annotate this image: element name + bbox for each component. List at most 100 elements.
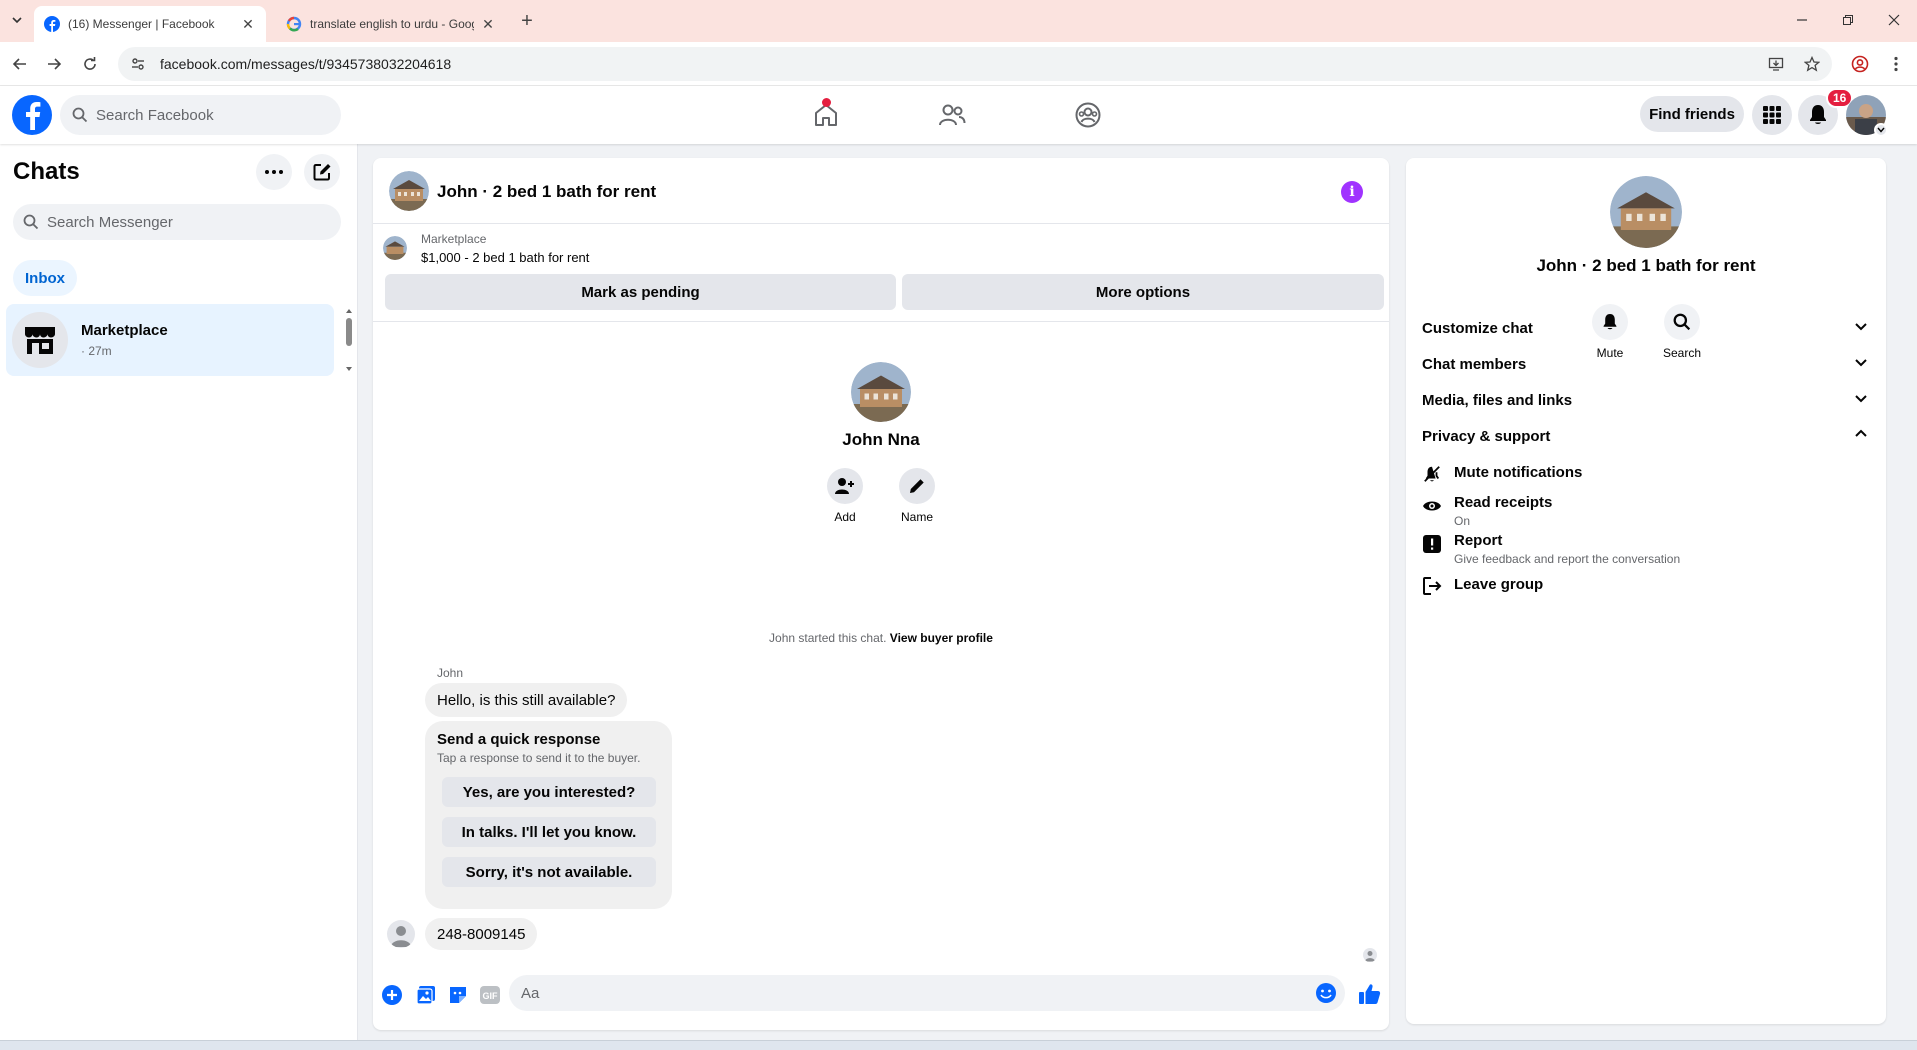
- home-notification-dot: [822, 98, 831, 107]
- plus-circle-icon[interactable]: [381, 984, 403, 1006]
- site-settings-icon[interactable]: [128, 54, 148, 74]
- marketplace-bar: Marketplace $1,000 - 2 bed 1 bath for re…: [373, 224, 1389, 322]
- nav-groups[interactable]: [1038, 94, 1138, 136]
- sticker-icon[interactable]: [447, 984, 469, 1006]
- close-tab-icon[interactable]: ✕: [240, 16, 256, 32]
- install-app-icon[interactable]: [1762, 50, 1790, 78]
- tab-title: translate english to urdu - Goog: [310, 17, 474, 31]
- listing-avatar[interactable]: [389, 171, 429, 211]
- emoji-icon[interactable]: [1315, 982, 1337, 1004]
- account-avatar[interactable]: [1846, 95, 1888, 137]
- quick-response-option[interactable]: Sorry, it's not available.: [442, 857, 656, 887]
- facebook-search[interactable]: [60, 95, 341, 135]
- listing-thumbnail: [383, 236, 407, 260]
- report-item[interactable]: Report Give feedback and report the conv…: [1422, 530, 1862, 566]
- phone-message-bubble[interactable]: 248-8009145: [425, 918, 538, 950]
- message-composer: GIF: [373, 970, 1389, 1020]
- incoming-message-bubble[interactable]: Hello, is this still available?: [425, 683, 628, 717]
- inbox-filter-tab[interactable]: Inbox: [13, 260, 77, 296]
- back-arrow-icon[interactable]: [6, 50, 34, 78]
- quick-response-subtitle: Tap a response to send it to the buyer.: [437, 751, 641, 765]
- conversation-title[interactable]: John · 2 bed 1 bath for rent: [437, 182, 656, 202]
- facebook-logo-icon[interactable]: [12, 95, 52, 135]
- find-friends-button[interactable]: Find friends: [1640, 96, 1744, 132]
- item-label: Report: [1454, 532, 1503, 549]
- view-buyer-profile-link[interactable]: View buyer profile: [890, 631, 993, 645]
- bookmark-star-icon[interactable]: [1798, 50, 1826, 78]
- chat-name: Marketplace: [81, 322, 168, 339]
- google-favicon-icon: [286, 16, 302, 32]
- address-bar[interactable]: facebook.com/messages/t/9345738032204618: [118, 47, 1832, 81]
- tab-translate[interactable]: translate english to urdu - Goog ✕: [276, 6, 506, 42]
- conversation-info-panel: John · 2 bed 1 bath for rent Mute Search…: [1406, 158, 1886, 1024]
- new-tab-button[interactable]: +: [516, 10, 538, 32]
- section-label: Customize chat: [1422, 319, 1533, 337]
- chat-list-scrollbar[interactable]: [344, 304, 354, 376]
- profile-name: John Nna: [842, 430, 920, 449]
- facebook-header: Find friends 16: [0, 86, 1917, 144]
- marketplace-label: Marketplace: [421, 232, 487, 246]
- item-description: Give feedback and report the conversatio…: [1454, 552, 1681, 566]
- more-dots-icon: [265, 170, 283, 174]
- item-status: On: [1454, 514, 1471, 528]
- read-receipts-item[interactable]: Read receipts On: [1422, 492, 1862, 528]
- groups-icon: [1075, 102, 1101, 128]
- menu-grid-button[interactable]: [1752, 95, 1792, 135]
- leave-group-item[interactable]: Leave group: [1422, 574, 1862, 602]
- close-window-icon[interactable]: [1880, 8, 1908, 32]
- mark-as-pending-button[interactable]: Mark as pending: [385, 274, 896, 310]
- browser-menu-icon[interactable]: [1882, 50, 1910, 78]
- marketplace-store-icon: [12, 312, 68, 368]
- profile-avatar[interactable]: [851, 362, 911, 422]
- photo-icon[interactable]: [415, 984, 437, 1006]
- sender-avatar: [387, 920, 415, 948]
- privacy-support-section[interactable]: Privacy & support: [1422, 418, 1876, 454]
- more-options-button[interactable]: More options: [902, 274, 1384, 310]
- conversation-panel: John · 2 bed 1 bath for rent i Marketpla…: [373, 158, 1389, 1030]
- profile-icon[interactable]: [1846, 50, 1874, 78]
- messenger-search-input[interactable]: [47, 213, 257, 231]
- message-input-box[interactable]: [509, 975, 1345, 1011]
- gif-icon[interactable]: GIF: [479, 984, 501, 1006]
- info-panel-name: John · 2 bed 1 bath for rent: [1536, 256, 1756, 275]
- facebook-favicon-icon: [44, 16, 60, 32]
- message-input[interactable]: [521, 984, 1301, 1002]
- thumbs-up-icon[interactable]: [1357, 981, 1383, 1007]
- quick-response-option[interactable]: In talks. I'll let you know.: [442, 817, 656, 847]
- grid-menu-icon: [1762, 105, 1782, 125]
- message-sender-name: John: [437, 666, 464, 680]
- chats-sidebar: Chats Inbox Marketplace · 27m: [0, 144, 358, 1040]
- messenger-search[interactable]: [13, 204, 341, 240]
- reload-icon[interactable]: [76, 50, 104, 78]
- nav-friends[interactable]: [902, 94, 1002, 136]
- mute-notifications-item[interactable]: Mute notifications: [1422, 462, 1862, 490]
- add-people-button[interactable]: Add: [815, 468, 875, 524]
- browser-tab-bar: (16) Messenger | Facebook ✕ translate en…: [0, 0, 1917, 42]
- forward-arrow-icon[interactable]: [40, 50, 68, 78]
- tab-title: (16) Messenger | Facebook: [68, 17, 215, 31]
- pencil-icon: [899, 468, 935, 504]
- minimize-icon[interactable]: [1788, 8, 1816, 32]
- name-chat-button[interactable]: Name: [887, 468, 947, 524]
- search-icon: [23, 214, 39, 230]
- leave-icon: [1422, 576, 1442, 596]
- section-label: Chat members: [1422, 355, 1527, 373]
- new-message-button[interactable]: [304, 154, 340, 190]
- chat-members-section[interactable]: Chat members: [1422, 346, 1876, 382]
- add-person-icon: [827, 468, 863, 504]
- customize-chat-section[interactable]: Customize chat: [1422, 310, 1876, 346]
- chat-started-text: John started this chat.: [769, 631, 887, 645]
- info-icon[interactable]: i: [1341, 181, 1363, 203]
- chats-options-button[interactable]: [256, 154, 292, 190]
- quick-response-title: Send a quick response: [437, 731, 601, 748]
- chat-list-item[interactable]: Marketplace · 27m: [6, 304, 334, 376]
- tab-messenger[interactable]: (16) Messenger | Facebook ✕: [34, 6, 266, 42]
- tab-search-chevron-icon[interactable]: [6, 9, 28, 31]
- restore-icon[interactable]: [1834, 8, 1862, 32]
- quick-response-option[interactable]: Yes, are you interested?: [442, 777, 656, 807]
- close-tab-icon[interactable]: ✕: [480, 16, 496, 32]
- listing-price-title[interactable]: $1,000 - 2 bed 1 bath for rent: [421, 250, 589, 265]
- facebook-search-input[interactable]: [96, 106, 306, 124]
- info-avatar[interactable]: [1610, 176, 1682, 248]
- media-files-links-section[interactable]: Media, files and links: [1422, 382, 1876, 418]
